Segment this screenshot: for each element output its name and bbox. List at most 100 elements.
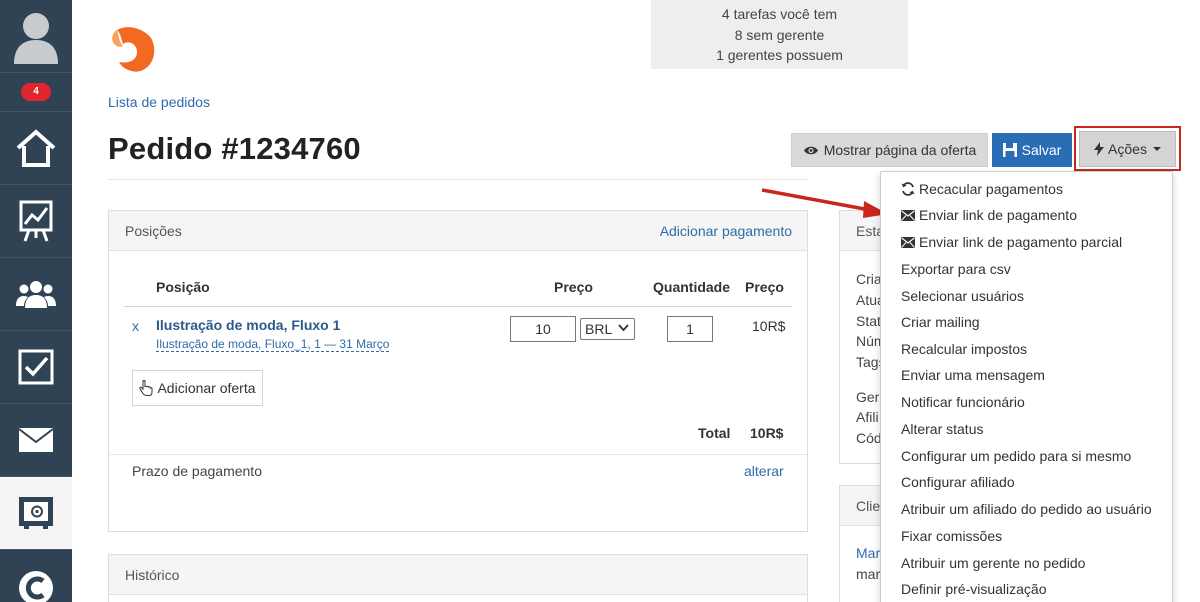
menu-item-label: Definir pré-visualização (901, 581, 1047, 597)
total-value: 10R$ (750, 425, 784, 441)
menu-item-label: Enviar link de pagamento (919, 207, 1077, 223)
menu-item-change-status[interactable]: Alterar status (901, 421, 983, 437)
history-panel-header: Histórico (109, 555, 807, 595)
user-icon (14, 13, 58, 64)
floppy-icon (1002, 143, 1017, 157)
menu-item-send-message[interactable]: Enviar uma mensagem (901, 367, 1045, 383)
status-row-created: Cria (856, 271, 882, 287)
menu-item-label: Criar mailing (901, 314, 980, 330)
position-name-link[interactable]: Ilustração de moda, Fluxo 1 (156, 317, 340, 333)
column-quantity: Quantidade (653, 279, 731, 295)
menu-item-create-mailing[interactable]: Criar mailing (901, 314, 980, 330)
sidebar-item-reports[interactable] (0, 184, 72, 257)
add-offer-button[interactable]: Adicionar oferta (132, 370, 263, 406)
breadcrumb-orders-list[interactable]: Lista de pedidos (108, 94, 210, 110)
currency-select[interactable]: BRL (580, 318, 635, 340)
menu-item-label: Enviar uma mensagem (901, 367, 1045, 383)
envelope-icon (901, 236, 915, 248)
show-offer-page-button[interactable]: Mostrar página da oferta (791, 133, 988, 167)
menu-item-export-csv[interactable]: Exportar para csv (901, 261, 1011, 277)
menu-item-label: Atribuir um afiliado do pedido ao usuári… (901, 501, 1152, 517)
add-payment-link[interactable]: Adicionar pagamento (660, 223, 792, 239)
currency-select-value: BRL (585, 321, 613, 337)
status-row-code: Cód (856, 430, 882, 446)
menu-item-label: Atribuir um gerente no pedido (901, 555, 1086, 571)
app-logo[interactable] (107, 22, 159, 74)
menu-item-send-payment-link[interactable]: Enviar link de pagamento (901, 207, 1077, 223)
chevron-down-icon (618, 324, 629, 332)
users-icon (16, 281, 56, 308)
menu-item-set-preview[interactable]: Definir pré-visualização (901, 581, 1047, 597)
menu-item-select-users[interactable]: Selecionar usuários (901, 288, 1024, 304)
menu-item-recalculate-taxes[interactable]: Recalcular impostos (901, 341, 1027, 357)
sidebar-item-mail[interactable] (0, 403, 72, 476)
red-arrow-annotation (761, 188, 888, 218)
client-email-text: mar (856, 566, 881, 582)
menu-item-assign-affiliate-user[interactable]: Atribuir um afiliado do pedido ao usuári… (901, 501, 1152, 517)
menu-item-assign-order-self[interactable]: Configurar um pedido para si mesmo (901, 448, 1131, 464)
sidebar-item-orders[interactable] (0, 476, 72, 549)
menu-item-label: Configurar afiliado (901, 474, 1015, 490)
title-divider (108, 179, 808, 180)
price-input-value: 10 (535, 321, 551, 337)
sidebar-item-users[interactable] (0, 257, 72, 330)
menu-item-label: Recacular pagamentos (919, 181, 1063, 197)
client-name-link[interactable]: Mar (856, 545, 880, 561)
client-panel-title: Clie (856, 498, 881, 514)
actions-dropdown-menu: Recacular pagamentos Enviar link de paga… (880, 171, 1173, 602)
actions-dropdown-button[interactable]: Ações (1079, 131, 1176, 167)
quantity-input[interactable]: 1 (667, 316, 713, 342)
menu-item-label: Configurar um pedido para si mesmo (901, 448, 1132, 464)
notification-badge: 4 (21, 82, 51, 101)
quantity-input-value: 1 (686, 321, 694, 337)
menu-item-configure-affiliate[interactable]: Configurar afiliado (901, 474, 1015, 490)
fox-logo-icon (112, 27, 155, 72)
save-button[interactable]: Salvar (992, 133, 1072, 167)
menu-item-label: Enviar link de pagamento parcial (919, 234, 1123, 250)
menu-item-recalculate-payments[interactable]: Recacular pagamentos (901, 181, 1063, 197)
column-line-price: Preço (745, 279, 784, 295)
notifications[interactable]: 4 (0, 72, 72, 110)
price-input[interactable]: 10 (510, 316, 576, 342)
add-offer-label: Adicionar oferta (157, 380, 256, 396)
checkbox-icon (18, 349, 54, 385)
menu-item-fix-commissions[interactable]: Fixar comissões (901, 528, 1002, 544)
positions-panel-title: Posições (125, 223, 182, 239)
envelope-icon (901, 209, 915, 221)
menu-item-label: Selecionar usuários (901, 288, 1024, 304)
payment-term-alter-link[interactable]: alterar (744, 463, 784, 479)
position-line-price: 10R$ (752, 318, 786, 334)
bolt-icon (1094, 142, 1105, 156)
managers-have-text: 1 gerentes possuem (716, 47, 843, 63)
history-panel: Histórico (108, 554, 808, 602)
menu-item-label: Fixar comissões (901, 528, 1003, 544)
menu-item-label: Alterar status (901, 421, 984, 437)
menu-item-assign-manager[interactable]: Atribuir um gerente no pedido (901, 555, 1085, 571)
status-row-affiliate: Afili (856, 409, 879, 425)
menu-item-label: Notificar funcionário (901, 394, 1025, 410)
menu-item-send-partial-payment-link[interactable]: Enviar link de pagamento parcial (901, 234, 1122, 250)
mail-icon (18, 428, 54, 452)
eye-icon (803, 146, 818, 154)
save-label: Salvar (1021, 142, 1062, 158)
c-logo-icon (19, 571, 53, 602)
menu-item-label: Recalcular impostos (901, 341, 1028, 357)
menu-item-notify-employee[interactable]: Notificar funcionário (901, 394, 1025, 410)
show-offer-page-label: Mostrar página da oferta (823, 142, 977, 158)
sidebar-item-home[interactable] (0, 111, 72, 184)
home-icon (16, 129, 56, 167)
remove-position-button[interactable]: x (132, 318, 139, 334)
chart-icon (19, 200, 53, 242)
sidebar-item-tasks[interactable] (0, 330, 72, 403)
history-panel-title: Histórico (125, 567, 180, 583)
tasks-count-text: 4 tarefas você tem (721, 6, 838, 22)
pointer-hand-icon (139, 380, 153, 396)
sidebar-item-c[interactable] (0, 549, 72, 602)
table-header-divider (124, 306, 792, 307)
position-sub-link[interactable]: Ilustração de moda, Fluxo_1, 1 — 31 Març… (156, 337, 390, 352)
column-price: Preço (554, 279, 593, 295)
user-avatar[interactable] (0, 0, 72, 72)
total-label: Total (698, 425, 731, 441)
task-summary-box: 4 tarefas você tem 8 sem gerente 1 geren… (651, 0, 908, 69)
caret-down-icon (1152, 147, 1161, 151)
